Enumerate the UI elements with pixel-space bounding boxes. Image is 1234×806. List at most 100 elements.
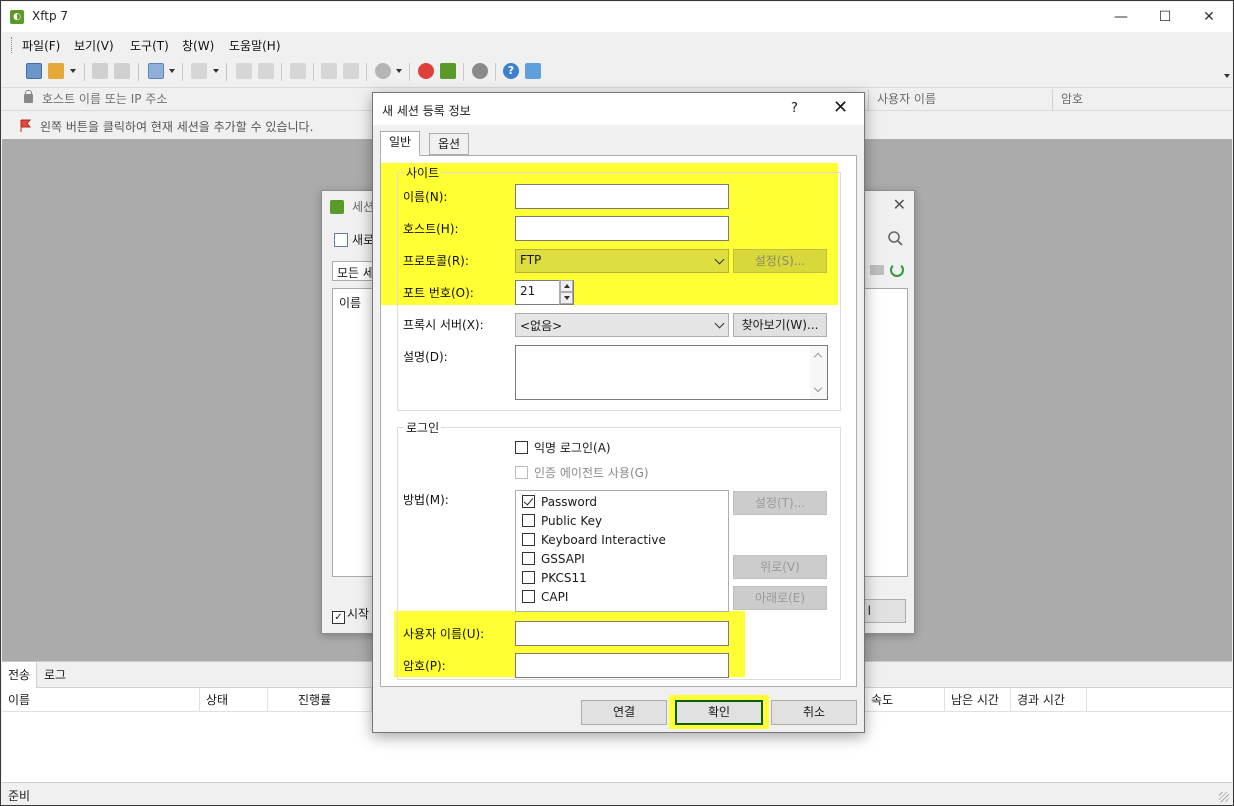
- bookmark-icon: [20, 119, 32, 132]
- menu-file[interactable]: 파일(F): [22, 37, 60, 54]
- method-keyboard-interactive[interactable]: Keyboard Interactive: [522, 533, 666, 547]
- chevron-down-icon: [714, 254, 725, 265]
- column-progress[interactable]: 진행률: [268, 688, 372, 712]
- user-input[interactable]: 사용자 이름: [868, 89, 1052, 110]
- proxy-select[interactable]: <없음>: [515, 313, 729, 337]
- method-capi[interactable]: CAPI: [522, 590, 568, 604]
- host-input[interactable]: 호스트 이름 또는 IP 주소: [18, 89, 368, 110]
- status-dropdown-icon[interactable]: [396, 69, 402, 73]
- search-icon[interactable]: [884, 228, 908, 248]
- play-dropdown-icon[interactable]: [213, 69, 219, 73]
- maximize-button[interactable]: ☐: [1142, 4, 1188, 30]
- column-name[interactable]: 이름: [2, 688, 200, 712]
- upload-icon[interactable]: [258, 63, 274, 79]
- toolbar-overflow-icon[interactable]: [1224, 74, 1230, 78]
- close-icon[interactable]: ✕: [893, 195, 906, 214]
- checkbox-icon[interactable]: [515, 441, 528, 454]
- password-field[interactable]: [515, 653, 729, 678]
- minimize-button[interactable]: —: [1098, 4, 1144, 30]
- chat-icon[interactable]: [525, 63, 541, 79]
- sync-icon[interactable]: [290, 63, 306, 79]
- gear-icon[interactable]: [472, 63, 488, 79]
- xshell-icon[interactable]: [418, 63, 434, 79]
- copy-icon[interactable]: [321, 63, 337, 79]
- new-session-icon[interactable]: [334, 233, 348, 247]
- tab-log[interactable]: 로그: [38, 662, 72, 688]
- help-button[interactable]: ?: [791, 101, 798, 116]
- column-speed[interactable]: 속도: [865, 688, 945, 712]
- name-field[interactable]: [515, 184, 729, 209]
- status-circle-icon[interactable]: [375, 63, 391, 79]
- cancel-button[interactable]: 취소: [771, 700, 857, 725]
- username-field[interactable]: [515, 621, 729, 646]
- checkbox-checked-icon[interactable]: [522, 495, 535, 508]
- checkbox-icon[interactable]: [522, 533, 535, 546]
- password-input[interactable]: 암호: [1052, 89, 1232, 110]
- open-dropdown-icon[interactable]: [70, 69, 76, 73]
- paste-icon[interactable]: [343, 63, 359, 79]
- name-column-header[interactable]: 이름: [339, 294, 361, 311]
- checkbox-icon[interactable]: [522, 590, 535, 603]
- menu-window[interactable]: 창(W): [182, 37, 214, 54]
- checkbox-icon[interactable]: [515, 466, 528, 479]
- checkbox-icon[interactable]: ✓: [332, 611, 345, 624]
- window-title: Xftp 7: [32, 9, 69, 23]
- host-field[interactable]: [515, 216, 729, 241]
- column-elapsed[interactable]: 경과 시간: [1011, 688, 1087, 712]
- port-spinner[interactable]: [559, 280, 573, 305]
- column-status[interactable]: 상태: [200, 688, 268, 712]
- help-icon[interactable]: ?: [503, 63, 519, 79]
- toolbar-separator: [84, 63, 85, 81]
- open-folder-icon[interactable]: [48, 63, 64, 79]
- description-scrollbar[interactable]: [810, 346, 827, 399]
- tab-transfer[interactable]: 전송: [2, 662, 38, 688]
- browse-proxy-button[interactable]: 찾아보기(W)...: [733, 313, 827, 337]
- move-up-button[interactable]: 위로(V): [733, 555, 827, 579]
- anonymous-login-checkbox[interactable]: 익명 로그인(A): [515, 439, 611, 456]
- auth-agent-checkbox[interactable]: 인증 에이전트 사용(G): [515, 464, 649, 481]
- menu-help[interactable]: 도움말(H): [229, 37, 281, 54]
- tab-general[interactable]: 일반: [380, 131, 421, 156]
- description-field[interactable]: [515, 345, 828, 400]
- xftp-icon[interactable]: [440, 63, 456, 79]
- auth-method-list[interactable]: Password Public Key Keyboard Interactive…: [515, 490, 729, 612]
- new-session-icon[interactable]: [26, 63, 42, 79]
- new-session-label[interactable]: 새로: [352, 231, 374, 248]
- dialog-close-button[interactable]: ✕: [833, 97, 848, 118]
- close-window-button[interactable]: ✕: [1186, 4, 1232, 30]
- menu-grip: [11, 37, 13, 53]
- new-window-dropdown-icon[interactable]: [169, 69, 175, 73]
- resize-grip-icon[interactable]: [1219, 792, 1229, 802]
- folder-icon[interactable]: [870, 265, 884, 275]
- checkbox-icon[interactable]: [522, 571, 535, 584]
- ok-button[interactable]: 확인: [675, 700, 763, 725]
- tab-options[interactable]: 옵션: [429, 133, 470, 155]
- column-remaining[interactable]: 남은 시간: [945, 688, 1011, 712]
- method-public-key[interactable]: Public Key: [522, 514, 602, 528]
- method-settings-button[interactable]: 설정(T)...: [733, 491, 827, 515]
- method-gssapi[interactable]: GSSAPI: [522, 552, 585, 566]
- spin-up-icon[interactable]: [560, 280, 573, 292]
- scroll-down-icon[interactable]: [813, 383, 823, 393]
- play-icon[interactable]: [191, 63, 207, 79]
- dialog-title-bar: 새 세션 등록 정보 ? ✕: [373, 93, 864, 125]
- download-icon[interactable]: [236, 63, 252, 79]
- menu-tools[interactable]: 도구(T): [130, 37, 169, 54]
- show-at-startup-checkbox[interactable]: ✓ 시작: [332, 605, 369, 624]
- menu-view[interactable]: 보기(V): [74, 37, 114, 54]
- refresh-icon[interactable]: [890, 263, 904, 277]
- checkbox-icon[interactable]: [522, 552, 535, 565]
- method-label: 방법(M):: [403, 493, 449, 507]
- spin-down-icon[interactable]: [560, 292, 573, 304]
- move-down-button[interactable]: 아래로(E): [733, 586, 827, 610]
- method-password[interactable]: Password: [522, 495, 597, 509]
- scroll-up-icon[interactable]: [813, 352, 823, 362]
- connect-button[interactable]: 연결: [581, 700, 667, 725]
- method-pkcs11[interactable]: PKCS11: [522, 571, 587, 585]
- disconnect-icon[interactable]: [114, 63, 130, 79]
- checkbox-icon[interactable]: [522, 514, 535, 527]
- connect-icon[interactable]: [92, 63, 108, 79]
- protocol-settings-button[interactable]: 설정(S)...: [733, 249, 827, 273]
- new-window-icon[interactable]: [148, 63, 164, 79]
- protocol-select[interactable]: FTP: [515, 249, 729, 273]
